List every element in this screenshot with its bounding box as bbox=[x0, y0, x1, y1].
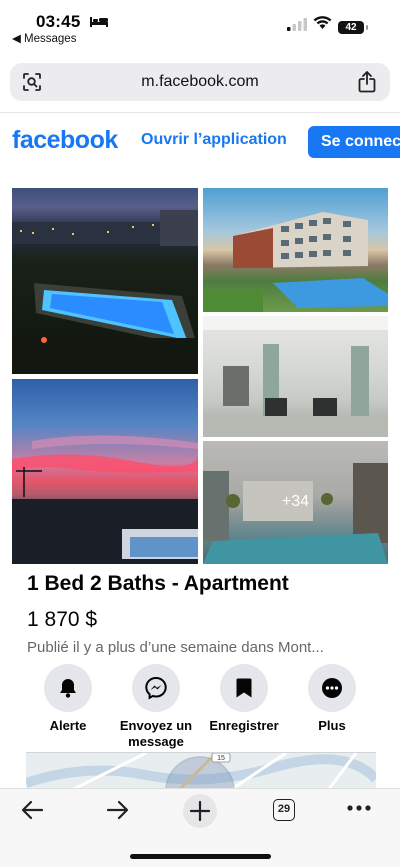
status-bar: 03:45 ◀ Messages 42 bbox=[0, 0, 400, 50]
save-button[interactable]: Enregistrer bbox=[199, 664, 289, 734]
send-message-button-circle[interactable] bbox=[132, 664, 180, 712]
open-app-link[interactable]: Ouvrir l’application bbox=[141, 131, 287, 149]
wifi-icon bbox=[313, 16, 332, 29]
listing-photo-pool-night[interactable] bbox=[12, 188, 198, 374]
send-message-button[interactable]: Envoyez un message bbox=[111, 664, 201, 750]
listing-posted-info: Publié il y a plus d’une semaine dans Mo… bbox=[27, 639, 324, 656]
more-button[interactable]: Plus bbox=[287, 664, 377, 734]
save-label: Enregistrer bbox=[209, 718, 279, 733]
new-tab-icon[interactable] bbox=[182, 793, 218, 829]
url-text[interactable]: m.facebook.com bbox=[10, 73, 390, 91]
sunset-image bbox=[12, 435, 198, 564]
listing-photo-indoor-pool[interactable]: +34 bbox=[203, 441, 388, 564]
messenger-icon bbox=[145, 676, 167, 700]
back-to-messages-link[interactable]: ◀ Messages bbox=[12, 31, 76, 45]
listing-photo-sunset-view[interactable] bbox=[12, 379, 198, 564]
route-number-label: 15 bbox=[217, 755, 225, 762]
alert-label: Alerte bbox=[49, 718, 87, 733]
send-message-label: Envoyez un message bbox=[119, 718, 193, 749]
more-menu-icon[interactable] bbox=[346, 803, 372, 813]
bookmark-icon bbox=[236, 678, 252, 698]
sleep-focus-icon bbox=[90, 17, 108, 27]
more-label: Plus bbox=[318, 718, 346, 733]
pool-night-image bbox=[12, 210, 198, 374]
alert-button-circle[interactable] bbox=[44, 664, 92, 712]
tabs-button[interactable]: 29 bbox=[273, 799, 295, 821]
listing-photo-gym[interactable] bbox=[203, 316, 388, 437]
listing-actions: Alerte Envoyez un message Enregistrer Pl… bbox=[0, 664, 400, 754]
status-time: 03:45 bbox=[36, 12, 81, 31]
header-divider bbox=[0, 112, 400, 113]
gym-image bbox=[203, 316, 388, 437]
cellular-signal-icon bbox=[287, 18, 307, 31]
forward-arrow-icon[interactable] bbox=[104, 797, 130, 823]
building-exterior-image bbox=[203, 212, 388, 312]
save-button-circle[interactable] bbox=[220, 664, 268, 712]
back-arrow-icon[interactable] bbox=[20, 797, 46, 823]
address-bar[interactable]: m.facebook.com bbox=[10, 63, 390, 101]
listing-price: 1 870 $ bbox=[27, 608, 98, 631]
battery-indicator: 42 bbox=[338, 21, 368, 34]
alert-button[interactable]: Alerte bbox=[23, 664, 113, 734]
more-dots-icon bbox=[322, 678, 342, 698]
login-button[interactable]: Se connecter bbox=[308, 126, 400, 158]
map-image: 15 bbox=[26, 753, 376, 792]
location-map[interactable]: 15 bbox=[26, 752, 376, 792]
share-icon[interactable] bbox=[358, 71, 376, 93]
home-indicator bbox=[130, 854, 271, 859]
bell-icon bbox=[60, 679, 76, 698]
listing-title: 1 Bed 2 Baths - Apartment bbox=[27, 572, 289, 595]
listing-photo-building-exterior[interactable] bbox=[203, 188, 388, 312]
more-photos-count[interactable]: +34 bbox=[203, 493, 388, 511]
facebook-logo[interactable]: facebook bbox=[12, 126, 118, 155]
more-button-circle[interactable] bbox=[308, 664, 356, 712]
